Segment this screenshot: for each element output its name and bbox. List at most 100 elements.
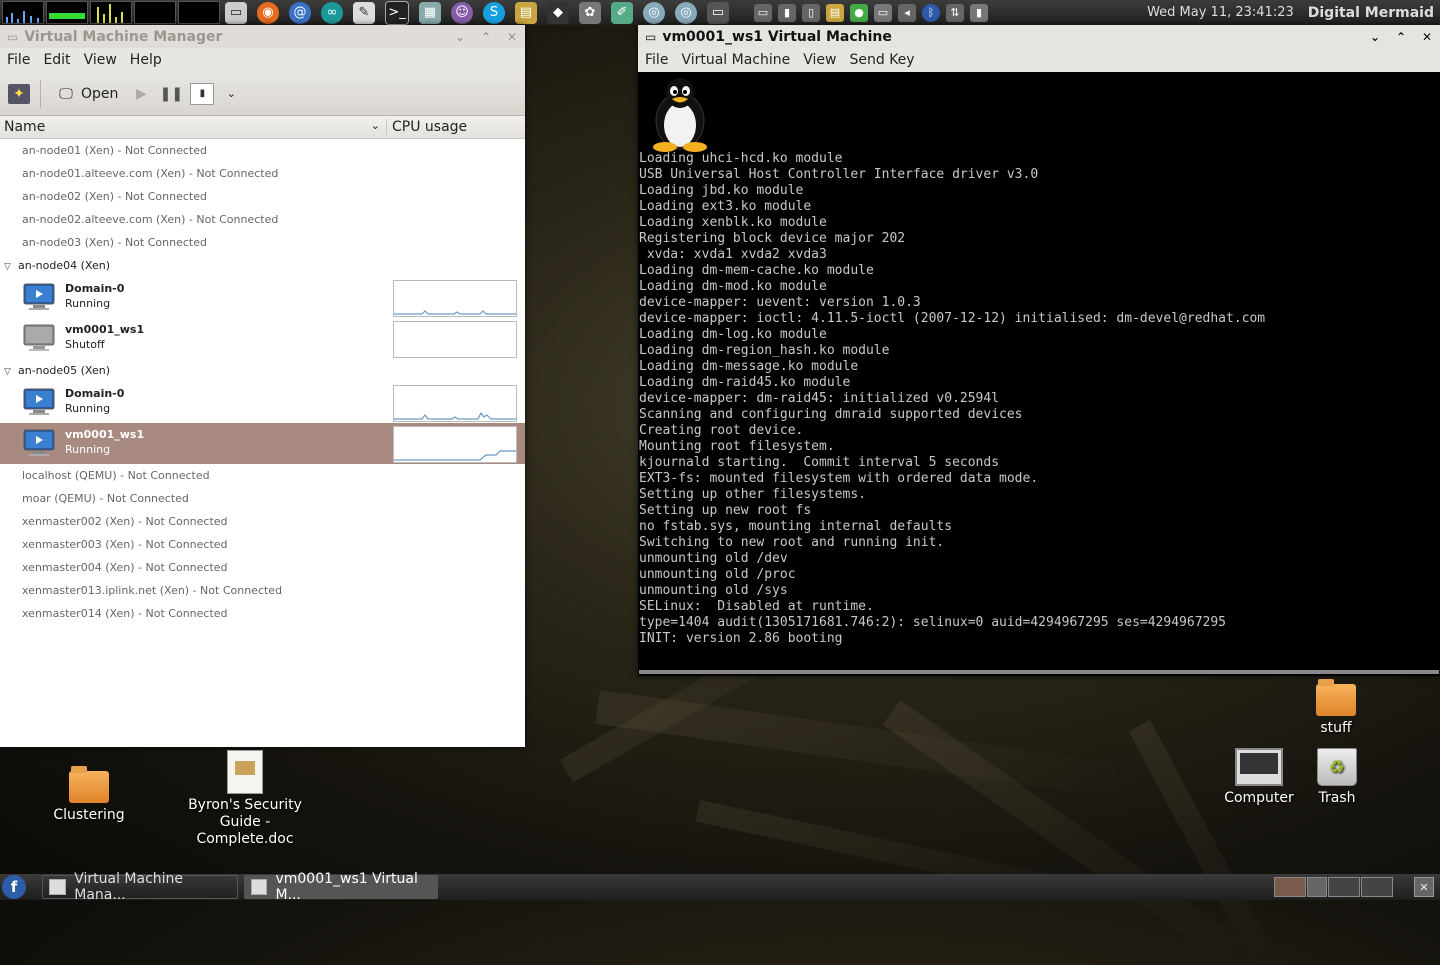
console-titlebar[interactable]: ▭ vm0001_ws1 Virtual Machine ⌄ ⌃ ✕ (638, 25, 1440, 48)
column-sort-icon[interactable]: ⌄ (371, 119, 380, 132)
column-name[interactable]: Name ⌄ (0, 119, 387, 135)
list-item[interactable]: xenmaster003 (Xen) - Not Connected (0, 533, 525, 556)
fedora-menu-icon[interactable]: f (2, 875, 26, 899)
workspace-4[interactable] (1361, 877, 1393, 897)
trash-applet-icon[interactable]: ✕ (1414, 877, 1434, 897)
tray-notes-icon[interactable]: ▤ (826, 3, 844, 22)
list-item[interactable]: an-node02 (Xen) - Not Connected (0, 185, 525, 208)
desktop-clustering[interactable]: Clustering (44, 766, 134, 824)
tray-update-icon[interactable]: ● (850, 3, 868, 22)
bluetooth-icon[interactable]: ᛒ (922, 3, 940, 22)
tray-film-icon[interactable]: ▮ (778, 3, 796, 22)
vm-row[interactable]: Domain-0 Running (0, 382, 525, 423)
load-monitor[interactable] (178, 1, 220, 24)
list-item[interactable]: xenmaster013.iplink.net (Xen) - Not Conn… (0, 579, 525, 602)
shutdown-button[interactable]: ▮ (190, 82, 215, 105)
minimize-icon[interactable]: ⌄ (1362, 30, 1388, 44)
workspace-switcher[interactable] (1274, 877, 1394, 897)
taskbar-vmm[interactable]: Virtual Machine Mana... (42, 871, 238, 903)
taskbar-console[interactable]: vm0001_ws1 Virtual M... (244, 871, 438, 903)
power-icon: ▮ (190, 82, 215, 105)
vm-row[interactable]: vm0001_ws1 Shutoff (0, 318, 525, 359)
list-item[interactable]: an-node02.alteeve.com (Xen) - Not Connec… (0, 208, 525, 231)
open-button[interactable]: 🖵 Open (55, 84, 118, 104)
cpu-monitor[interactable] (2, 1, 44, 24)
host-an-node05[interactable]: ▽ an-node05 (Xen) (0, 359, 525, 382)
workspace-3[interactable] (1328, 877, 1360, 897)
column-cpu[interactable]: CPU usage (387, 119, 467, 135)
tray-window-icon[interactable]: ▯ (802, 3, 820, 22)
expander-icon[interactable]: ▽ (4, 256, 18, 279)
maximize-icon[interactable]: ⌃ (473, 30, 499, 44)
menu-view[interactable]: View (796, 52, 842, 68)
expander-icon[interactable]: ▽ (4, 361, 18, 384)
desktop-trash[interactable]: ♻ Trash (1308, 748, 1366, 807)
memory-monitor[interactable] (46, 1, 88, 24)
thunderbird-icon[interactable]: @ (289, 1, 311, 24)
menu-virtual-machine[interactable]: Virtual Machine (674, 52, 796, 68)
list-item[interactable]: an-node03 (Xen) - Not Connected (0, 231, 525, 254)
desktop-stuff[interactable]: stuff (1306, 678, 1366, 737)
tray-monitor-icon[interactable]: ▭ (754, 3, 772, 22)
text-editor-icon[interactable]: ✎ (353, 1, 375, 24)
menu-help[interactable]: Help (123, 52, 168, 68)
menu-file[interactable]: File (638, 52, 674, 68)
close-icon[interactable]: ✕ (1414, 30, 1440, 44)
gimp-icon[interactable]: ✿ (579, 1, 601, 24)
battery-icon[interactable]: ▮ (970, 3, 988, 22)
shutdown-menu-button[interactable]: ⌄ (220, 84, 242, 104)
workspace-1[interactable] (1274, 877, 1306, 897)
new-vm-icon: ✦ (8, 83, 30, 104)
console-line: SELinux: Disabled at runtime. (639, 599, 874, 614)
user-menu[interactable]: Digital Mermaid (1308, 5, 1440, 21)
list-item[interactable]: xenmaster002 (Xen) - Not Connected (0, 510, 525, 533)
app-icon-b[interactable]: ◎ (675, 1, 697, 24)
list-item[interactable]: xenmaster004 (Xen) - Not Connected (0, 556, 525, 579)
skype-icon[interactable]: S (483, 1, 505, 24)
firefox-icon[interactable]: ◉ (257, 1, 279, 24)
menu-view[interactable]: View (77, 52, 123, 68)
arduino-icon[interactable]: ∞ (321, 1, 343, 24)
new-vm-button[interactable]: ✦ (8, 83, 30, 104)
list-item[interactable]: moar (QEMU) - Not Connected (0, 487, 525, 510)
pidgin-icon[interactable]: ☺ (451, 1, 473, 24)
list-item[interactable]: xenmaster014 (Xen) - Not Connected (0, 602, 525, 625)
vm-row[interactable]: Domain-0 Running (0, 277, 525, 318)
network-monitor[interactable] (90, 1, 132, 24)
vm-console-screen[interactable]: Loading uhci-hcd.ko module USB Universal … (639, 73, 1439, 674)
show-desktop-icon[interactable]: ▭ (225, 1, 247, 24)
disk-monitor[interactable] (134, 1, 176, 24)
terminal-icon[interactable]: >_ (385, 0, 409, 25)
network-icon[interactable]: ⇅ (946, 3, 964, 22)
draw-icon[interactable]: ✐ (611, 1, 633, 24)
pause-button[interactable]: ❚❚ (160, 84, 183, 104)
vm-manager-icon[interactable]: ▭ (707, 1, 729, 24)
app-icon-a[interactable]: ◎ (643, 1, 665, 24)
clock[interactable]: Wed May 11, 23:41:23 (1147, 5, 1308, 20)
cpu-usage-graph (393, 426, 517, 463)
maximize-icon[interactable]: ⌃ (1388, 30, 1414, 44)
vm-row-selected[interactable]: vm0001_ws1 Running (0, 423, 525, 464)
vmm-titlebar[interactable]: ▭ Virtual Machine Manager ⌄ ⌃ ✕ (0, 25, 525, 48)
list-item[interactable]: localhost (QEMU) - Not Connected (0, 464, 525, 487)
close-icon[interactable]: ✕ (499, 30, 525, 44)
menu-send-key[interactable]: Send Key (842, 52, 920, 68)
tray-printer-icon[interactable]: ▭ (874, 3, 892, 22)
menu-edit[interactable]: Edit (36, 52, 76, 68)
notes-icon[interactable]: ▤ (515, 1, 537, 24)
run-button[interactable]: ▶ (130, 84, 152, 104)
vmm-toolbar: ✦ 🖵 Open ▶ ❚❚ ▮ ⌄ (0, 72, 525, 116)
inkscape-icon[interactable]: ◆ (547, 1, 569, 24)
calculator-icon[interactable]: ▦ (419, 1, 441, 24)
vm-running-icon (23, 429, 55, 456)
minimize-icon[interactable]: ⌄ (447, 30, 473, 44)
list-item[interactable]: an-node01.alteeve.com (Xen) - Not Connec… (0, 162, 525, 185)
menu-file[interactable]: File (0, 52, 36, 68)
volume-icon[interactable]: ◂ (898, 3, 916, 22)
list-item[interactable]: an-node01 (Xen) - Not Connected (0, 139, 525, 162)
host-an-node04[interactable]: ▽ an-node04 (Xen) (0, 254, 525, 277)
desktop-doc-file[interactable]: Byron's Security Guide - Complete.doc (178, 750, 312, 848)
workspace-2[interactable] (1307, 877, 1327, 897)
task-label: Virtual Machine Mana... (74, 871, 184, 903)
desktop-computer[interactable]: Computer (1222, 748, 1296, 807)
